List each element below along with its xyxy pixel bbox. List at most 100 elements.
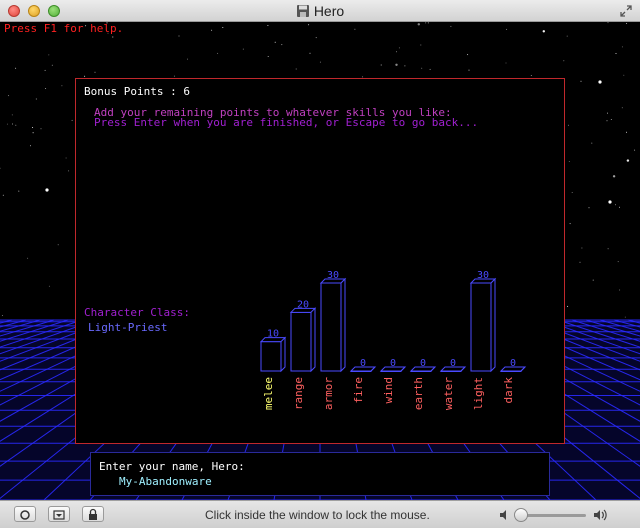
bar-side — [490, 277, 496, 373]
star — [48, 285, 50, 287]
star — [222, 27, 224, 28]
bar-value-label: 0 — [420, 358, 426, 369]
star — [281, 44, 283, 46]
star — [427, 22, 429, 24]
star — [626, 23, 628, 24]
skill-label-range: range — [292, 377, 305, 410]
skill-bar-light[interactable]: 30 light — [469, 270, 497, 410]
star — [84, 75, 86, 77]
skill-bar-wind[interactable]: 0 wind — [379, 358, 407, 404]
bright-star — [598, 80, 602, 84]
emulator-statusbar: Click inside the window to lock the mous… — [0, 500, 640, 528]
star — [417, 23, 420, 26]
star — [579, 261, 581, 263]
star — [467, 54, 469, 56]
star — [18, 190, 20, 192]
bar-value-label: 20 — [297, 299, 309, 310]
star — [12, 123, 13, 125]
star — [626, 131, 627, 133]
skill-bar-chart[interactable]: 10 melee 20 range 30 armor 0 fire 0 wind 0 earth 0 wa… — [76, 79, 564, 443]
star — [568, 124, 569, 126]
star — [634, 149, 636, 151]
star — [315, 37, 317, 39]
star — [421, 67, 423, 69]
bright-star — [45, 188, 49, 192]
bar-side — [280, 336, 286, 373]
bar-front — [260, 341, 282, 372]
star — [621, 107, 623, 109]
star — [610, 119, 612, 120]
skill-bar-earth[interactable]: 0 earth — [409, 358, 437, 410]
bar-value-label: 0 — [450, 358, 456, 369]
capture-button[interactable] — [14, 506, 36, 522]
star — [619, 206, 620, 208]
star — [354, 28, 356, 30]
star — [51, 64, 53, 66]
star — [566, 35, 568, 37]
star — [15, 124, 17, 126]
star — [267, 25, 269, 26]
skill-allocation-panel: Bonus Points : 6 Add your remaining poin… — [75, 78, 565, 444]
star — [309, 52, 311, 54]
skill-bar-fire[interactable]: 0 fire — [349, 358, 377, 404]
star — [568, 161, 570, 162]
fullscreen-icon[interactable] — [620, 5, 632, 17]
star — [48, 54, 50, 56]
help-hint: Press F1 for help. — [4, 22, 124, 35]
star — [217, 52, 219, 54]
star — [267, 56, 269, 57]
star — [395, 63, 398, 66]
star — [398, 47, 400, 49]
star — [615, 204, 616, 206]
star — [35, 98, 37, 100]
star — [606, 120, 608, 122]
star — [626, 159, 630, 162]
star — [621, 46, 623, 48]
star — [592, 279, 594, 281]
skill-bar-water[interactable]: 0 water — [439, 358, 467, 410]
star — [30, 145, 31, 147]
star — [563, 60, 565, 62]
camera-icon — [20, 510, 30, 520]
volume-slider-knob[interactable] — [514, 508, 528, 522]
game-screen[interactable]: Press F1 for help. Bonus Points : 6 Add … — [0, 22, 640, 500]
hero-name-input[interactable]: My-Abandonware — [119, 475, 212, 488]
star — [274, 41, 276, 43]
star — [15, 67, 17, 69]
window-title-wrap: Hero — [0, 3, 640, 19]
name-prompt: Enter your name, Hero: — [99, 460, 245, 473]
star — [57, 244, 59, 246]
star — [624, 316, 626, 318]
star — [588, 207, 590, 209]
star — [612, 175, 616, 178]
disk-button[interactable] — [48, 506, 70, 522]
skill-bar-melee[interactable]: 10 melee — [259, 329, 287, 410]
bar-value-label: 10 — [267, 329, 279, 340]
skill-label-light: light — [472, 377, 485, 410]
star — [425, 22, 427, 24]
skill-label-water: water — [442, 377, 455, 410]
bar-side — [340, 277, 346, 373]
star — [295, 68, 297, 70]
bar-front — [290, 311, 312, 372]
star — [45, 88, 47, 89]
star — [607, 22, 609, 24]
star — [211, 29, 213, 31]
skill-bar-range[interactable]: 20 range — [289, 299, 317, 410]
star — [319, 61, 321, 63]
bar-value-label: 0 — [510, 358, 516, 369]
volume-low-icon — [500, 510, 506, 520]
skill-bar-armor[interactable]: 30 armor — [319, 270, 347, 410]
star — [506, 28, 508, 30]
star — [580, 80, 582, 82]
bar-value-label: 30 — [477, 270, 489, 281]
star — [2, 194, 4, 196]
star — [71, 119, 73, 121]
lock-button[interactable] — [82, 506, 104, 522]
skill-bar-dark[interactable]: 0 dark — [499, 358, 527, 404]
star — [27, 257, 29, 259]
star — [11, 114, 13, 116]
skill-label-melee: melee — [262, 377, 275, 410]
star — [468, 69, 470, 71]
skill-label-wind: wind — [382, 377, 395, 404]
